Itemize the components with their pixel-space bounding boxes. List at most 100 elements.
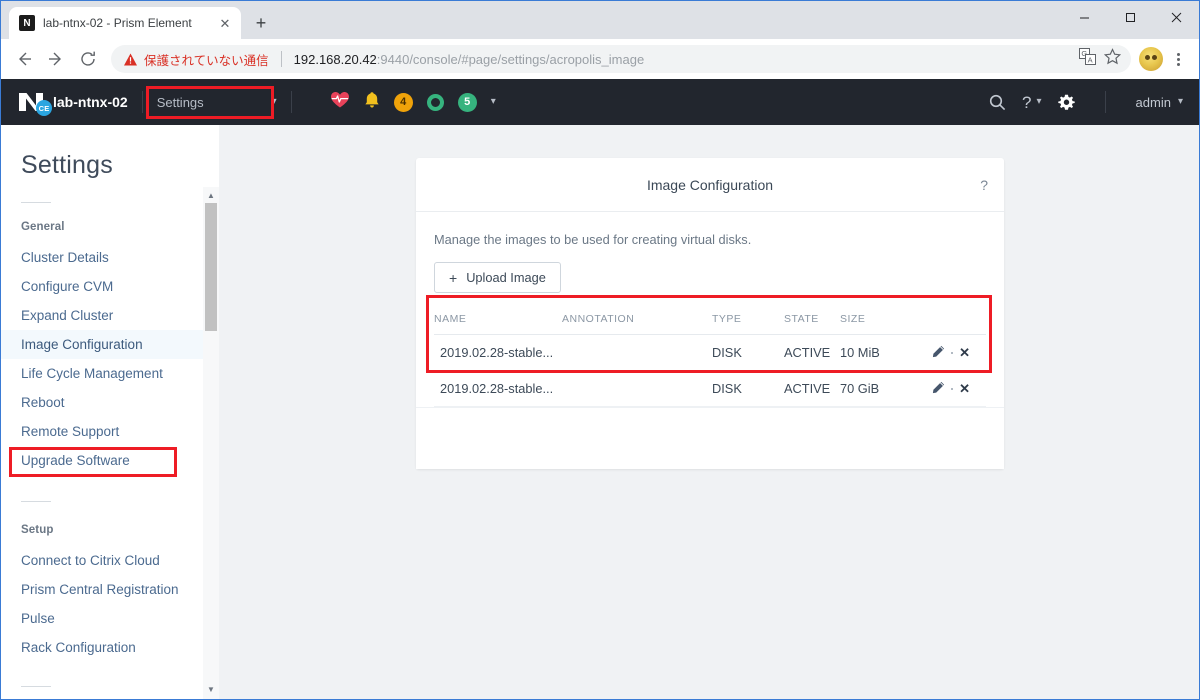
column-header-annotation[interactable]: ANNOTATION	[562, 313, 712, 335]
sidebar-item-label: Reboot	[21, 395, 65, 410]
user-label: admin	[1135, 94, 1171, 110]
sidebar-item-connect-to-citrix-cloud[interactable]: Connect to Citrix Cloud	[1, 546, 219, 575]
ce-badge: CE	[36, 100, 52, 116]
scroll-up-arrow-icon[interactable]: ▲	[207, 189, 215, 203]
help-menu[interactable]: ? ▾	[1022, 94, 1042, 111]
svg-text:A: A	[1088, 55, 1093, 64]
context-dropdown-label: Settings	[156, 94, 204, 110]
tab-title: lab-ntnx-02 - Prism Element	[43, 16, 192, 30]
table-header-row: NAME ANNOTATION TYPE STATE SIZE	[434, 313, 986, 335]
brand[interactable]: CE lab-ntnx-02	[17, 90, 128, 116]
tab-close-icon[interactable]: ✕	[217, 15, 233, 31]
table-header: NAME ANNOTATION TYPE STATE SIZE	[434, 313, 986, 335]
close-icon[interactable]: ✕	[959, 346, 970, 359]
cell-annotation	[562, 334, 712, 371]
action-separator-dot	[951, 351, 954, 354]
page-title: Settings	[21, 151, 113, 179]
upload-image-button[interactable]: + Upload Image	[434, 262, 561, 293]
close-button[interactable]	[1153, 1, 1199, 33]
prism-top-bar: CE lab-ntnx-02 Settings ▾ 4 5 ▾ ? ▾ admi…	[1, 79, 1199, 125]
pencil-icon[interactable]	[932, 381, 945, 397]
new-tab-button[interactable]: +	[247, 9, 275, 37]
main-content: Image Configuration ? Manage the images …	[219, 125, 1199, 699]
minimize-button[interactable]	[1061, 1, 1107, 33]
cell-state: ACTIVE	[784, 370, 840, 407]
event-count-badge[interactable]: 5	[457, 92, 477, 112]
sidebar-item-rack-configuration[interactable]: Rack Configuration	[1, 633, 219, 662]
sidebar-item-pulse[interactable]: Pulse	[1, 604, 219, 633]
sidebar-item-cluster-details[interactable]: Cluster Details	[1, 243, 219, 272]
card-body: Manage the images to be used for creatin…	[416, 212, 1004, 407]
chevron-down-icon: ▾	[271, 96, 277, 107]
sidebar-item-life-cycle-management[interactable]: Life Cycle Management	[1, 359, 219, 388]
cell-actions: ✕	[912, 334, 986, 371]
progress-ring-icon[interactable]	[426, 93, 444, 111]
plus-icon: +	[449, 269, 458, 286]
sidebar-item-label: Upgrade Software	[21, 453, 130, 468]
sidebar-item-expand-cluster[interactable]: Expand Cluster	[1, 301, 219, 330]
sidebar-item-reboot[interactable]: Reboot	[1, 388, 219, 417]
settings-sidebar: Settings General Cluster Details Configu…	[1, 125, 219, 699]
sidebar-item-label: Expand Cluster	[21, 308, 114, 323]
sidebar-item-prism-central-registration[interactable]: Prism Central Registration	[1, 575, 219, 604]
sidebar-divider-3	[21, 686, 51, 687]
translate-icon[interactable]: GA	[1079, 48, 1096, 70]
context-dropdown-settings[interactable]: Settings ▾	[157, 89, 277, 115]
sidebar-item-label: Prism Central Registration	[21, 582, 179, 597]
maximize-button[interactable]	[1107, 1, 1153, 33]
browser-address-bar: 保護されていない通信 192.168.20.42:9440/console/#p…	[1, 39, 1199, 79]
scrollbar-track[interactable]	[203, 203, 219, 683]
column-header-size[interactable]: SIZE	[840, 313, 912, 335]
gear-icon[interactable]	[1057, 94, 1075, 111]
topbar-divider-2	[290, 91, 292, 113]
column-header-state[interactable]: STATE	[784, 313, 840, 335]
forward-arrow-icon[interactable]	[41, 44, 71, 74]
cell-name: 2019.02.28-stable...	[434, 370, 562, 407]
row-actions: ✕	[932, 381, 970, 397]
kebab-menu-icon[interactable]	[1165, 46, 1191, 72]
cell-size: 10 MiB	[840, 334, 912, 371]
reload-icon[interactable]	[73, 44, 103, 74]
url-host: 192.168.20.42	[293, 51, 377, 67]
search-icon[interactable]	[989, 94, 1006, 111]
cell-name: 2019.02.28-stable...	[434, 334, 562, 371]
column-header-name[interactable]: NAME	[434, 313, 562, 335]
scroll-down-arrow-icon[interactable]: ▼	[207, 683, 215, 697]
scrollbar-thumb[interactable]	[205, 203, 217, 331]
back-arrow-icon[interactable]	[9, 44, 39, 74]
table-row[interactable]: 2019.02.28-stable... DISK ACTIVE 10 MiB	[434, 334, 986, 371]
topbar-divider-3	[1104, 91, 1106, 113]
cell-size: 70 GiB	[840, 370, 912, 407]
sidebar-gap-3	[1, 662, 219, 686]
help-icon[interactable]: ?	[980, 177, 988, 193]
star-icon[interactable]	[1103, 48, 1122, 70]
status-chevron-down-icon[interactable]: ▾	[491, 97, 496, 107]
chevron-down-icon: ▾	[1036, 96, 1042, 107]
user-menu[interactable]: admin ▾	[1136, 95, 1183, 110]
avatar[interactable]	[1139, 47, 1163, 71]
page-body: Settings General Cluster Details Configu…	[1, 125, 1199, 699]
sidebar-scrollbar[interactable]: ▲ ▼	[203, 187, 219, 699]
sidebar-item-label: Rack Configuration	[21, 640, 136, 655]
close-icon[interactable]: ✕	[959, 382, 970, 395]
image-table: NAME ANNOTATION TYPE STATE SIZE 2019.02.…	[434, 313, 986, 407]
bell-icon[interactable]	[364, 91, 380, 114]
pencil-icon[interactable]	[932, 345, 945, 361]
column-header-type[interactable]: TYPE	[712, 313, 784, 335]
chevron-down-icon: ▾	[1177, 96, 1183, 107]
image-configuration-card: Image Configuration ? Manage the images …	[416, 158, 1004, 469]
browser-tab[interactable]: N lab-ntnx-02 - Prism Element ✕	[9, 7, 241, 39]
table-row[interactable]: 2019.02.28-stable... DISK ACTIVE 70 GiB	[434, 370, 986, 407]
sidebar-item-image-configuration[interactable]: Image Configuration	[1, 330, 219, 359]
nutanix-logo-icon: CE	[17, 90, 52, 116]
heart-pulse-icon[interactable]	[330, 91, 350, 114]
sidebar-item-label: Cluster Details	[21, 250, 109, 265]
sidebar-item-remote-support[interactable]: Remote Support	[1, 417, 219, 446]
alert-count-badge[interactable]: 4	[393, 92, 413, 112]
sidebar-item-configure-cvm[interactable]: Configure CVM	[1, 272, 219, 301]
question-mark-icon: ?	[1022, 92, 1032, 112]
column-header-actions	[912, 313, 986, 335]
url-omnibox[interactable]: 保護されていない通信 192.168.20.42:9440/console/#p…	[111, 45, 1131, 73]
sidebar-item-upgrade-software[interactable]: Upgrade Software	[1, 446, 219, 475]
cell-type: DISK	[712, 370, 784, 407]
